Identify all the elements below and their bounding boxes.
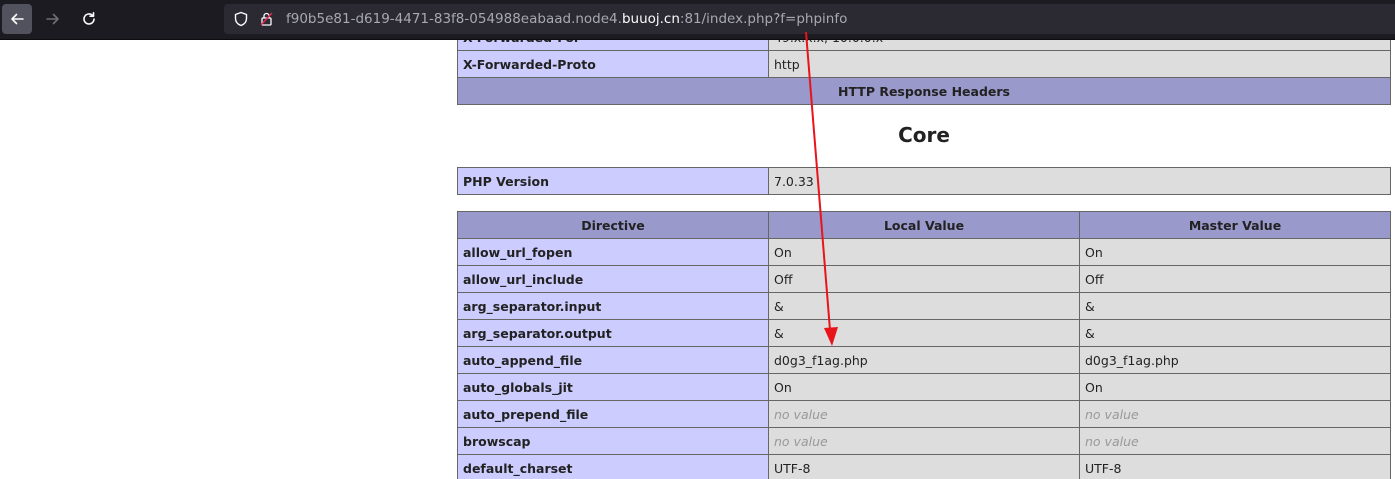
table-row: PHP Version 7.0.33 (457, 167, 1391, 195)
table-row: auto_globals_jit On On (457, 373, 1391, 401)
table-row: X-Forwarded-For 49.x.x.x, 10.0.0.x (457, 40, 1391, 51)
column-header: Local Value (768, 211, 1080, 239)
column-header: Directive (457, 211, 769, 239)
phpinfo-page: X-Forwarded-For 49.x.x.x, 10.0.0.x X-For… (0, 40, 1395, 479)
table-row: auto_append_file d0g3_f1ag.php d0g3_f1ag… (457, 346, 1391, 374)
master-value: & (1079, 319, 1391, 347)
master-value: no value (1079, 427, 1391, 455)
local-value: & (768, 292, 1080, 320)
local-value: no value (768, 400, 1080, 428)
section-title: Core (898, 123, 950, 147)
directive-name: arg_separator.input (457, 292, 769, 320)
header-value: 49.x.x.x, 10.0.0.x (768, 40, 1391, 51)
table-row: default_charset UTF-8 UTF-8 (457, 454, 1391, 479)
table-row: X-Forwarded-Proto http (457, 50, 1391, 78)
directives-table: Directive Local Value Master Value allow… (457, 211, 1391, 479)
master-value: UTF-8 (1079, 454, 1391, 479)
table-row: browscap no value no value (457, 427, 1391, 455)
version-label: PHP Version (457, 167, 769, 195)
local-value: UTF-8 (768, 454, 1080, 479)
local-value: On (768, 238, 1080, 266)
directive-name: allow_url_include (457, 265, 769, 293)
table-row: allow_url_fopen On On (457, 238, 1391, 266)
master-value: On (1079, 373, 1391, 401)
directive-name: browscap (457, 427, 769, 455)
shield-icon[interactable] (233, 11, 249, 27)
local-value: d0g3_f1ag.php (768, 346, 1080, 374)
url-text[interactable]: f90b5e81-d619-4471-83f8-054988eabaad.nod… (286, 4, 847, 34)
arrow-left-icon (11, 13, 24, 25)
directive-name: default_charset (457, 454, 769, 479)
local-value: no value (768, 427, 1080, 455)
no-value-text: no value (1085, 406, 1139, 422)
master-value: & (1079, 292, 1391, 320)
address-bar[interactable]: f90b5e81-d619-4471-83f8-054988eabaad.nod… (224, 4, 1395, 34)
header-name: X-Forwarded-For (457, 40, 769, 51)
directive-name: auto_prepend_file (457, 400, 769, 428)
php-version-table: PHP Version 7.0.33 (457, 167, 1391, 195)
no-value-text: no value (1085, 433, 1139, 449)
local-value: On (768, 373, 1080, 401)
section-label: HTTP Response Headers (457, 77, 1391, 105)
table-header-row: Directive Local Value Master Value (457, 211, 1391, 239)
header-value: http (768, 50, 1391, 78)
directive-name: auto_globals_jit (457, 373, 769, 401)
directive-name: auto_append_file (457, 346, 769, 374)
directive-name: allow_url_fopen (457, 238, 769, 266)
http-headers-table: X-Forwarded-For 49.x.x.x, 10.0.0.x X-For… (457, 40, 1391, 105)
header-name: X-Forwarded-Proto (457, 50, 769, 78)
url-prefix: f90b5e81-d619-4471-83f8-054988eabaad.nod… (286, 11, 622, 27)
local-value: Off (768, 265, 1080, 293)
no-value-text: no value (774, 433, 828, 449)
table-row: auto_prepend_file no value no value (457, 400, 1391, 428)
forward-button[interactable] (38, 4, 68, 34)
local-value: & (768, 319, 1080, 347)
master-value: d0g3_f1ag.php (1079, 346, 1391, 374)
url-host: buuoj.cn (621, 11, 680, 27)
directive-name: arg_separator.output (457, 319, 769, 347)
reload-button[interactable] (74, 4, 104, 34)
master-value: no value (1079, 400, 1391, 428)
url-suffix: :81/index.php?f=phpinfo (679, 11, 848, 27)
master-value: On (1079, 238, 1391, 266)
table-row: arg_separator.input & & (457, 292, 1391, 320)
version-value: 7.0.33 (768, 167, 1391, 195)
table-footer-row: HTTP Response Headers (457, 77, 1391, 105)
master-value: Off (1079, 265, 1391, 293)
browser-toolbar: f90b5e81-d619-4471-83f8-054988eabaad.nod… (0, 0, 1395, 40)
arrow-right-icon (46, 13, 59, 25)
no-value-text: no value (774, 406, 828, 422)
insecure-lock-icon[interactable] (259, 11, 277, 27)
back-button[interactable] (2, 4, 32, 34)
reload-icon (83, 12, 95, 25)
table-row: arg_separator.output & & (457, 319, 1391, 347)
table-row: allow_url_include Off Off (457, 265, 1391, 293)
column-header: Master Value (1079, 211, 1391, 239)
